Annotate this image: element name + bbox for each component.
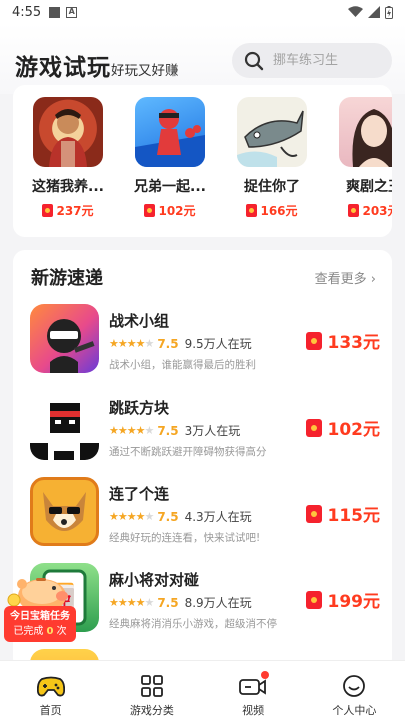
nav-label: 游戏分类 <box>129 704 174 717</box>
game-name: 战术小组 <box>109 312 170 330</box>
game-meta: ★★★★★ 7.5 3万人在玩 <box>109 422 240 439</box>
rating-stars-icon: ★★★★★ <box>109 424 154 437</box>
nav-category[interactable]: 游戏分类 <box>101 661 202 721</box>
header: 游戏试玩 好玩又好赚 <box>0 24 405 94</box>
game-reward: 133元 <box>305 328 380 353</box>
red-packet-icon <box>246 204 258 217</box>
featured-game-title: 兄弟一起... <box>134 179 206 195</box>
featured-games-card: 这猪我养... 237元 兄弟一起... 102元 捉住你了 166元 爽剧之王… <box>13 85 392 237</box>
red-packet-icon <box>305 418 322 437</box>
game-description: 战术小组，谁能赢得最后的胜利 <box>109 359 256 371</box>
section-title: 新游速递 <box>31 268 103 289</box>
game-thumbnail <box>33 97 103 167</box>
featured-game-reward: 102元 <box>125 202 215 219</box>
red-packet-icon <box>305 331 322 350</box>
game-reward: 115元 <box>305 501 380 526</box>
nav-label: 首页 <box>39 704 62 717</box>
game-description: 经典麻将消消乐小游戏，超级消不停 <box>109 618 277 630</box>
game-rating: 7.5 <box>157 423 179 438</box>
search-icon <box>244 51 264 70</box>
notification-dot <box>260 671 269 679</box>
status-bar: 4:55 A <box>0 0 405 24</box>
search-bar[interactable] <box>232 43 392 78</box>
featured-game[interactable]: 捉住你了 166元 <box>227 97 317 219</box>
nav-label: 视频 <box>242 704 265 717</box>
task-label: 今日宝箱任务 已完成 0 次 <box>4 606 76 642</box>
daily-chest-task[interactable]: 今日宝箱任务 已完成 0 次 <box>2 570 77 645</box>
game-players: 9.5万人在玩 <box>184 337 252 351</box>
bottom-nav: 首页 游戏分类 视频 个人中心 <box>0 660 405 721</box>
game-meta: ★★★★★ 7.5 8.9万人在玩 <box>109 594 252 611</box>
game-thumbnail <box>237 97 307 167</box>
game-list-item[interactable]: 🀄 麻小将对对碰 ★★★★★ 7.5 8.9万人在玩 经典麻将消消乐小游戏，超级… <box>30 563 380 635</box>
featured-game-title: 捉住你了 <box>244 179 300 195</box>
game-rating: 7.5 <box>157 509 179 524</box>
rating-stars-icon: ★★★★★ <box>109 596 154 609</box>
signal-icon <box>368 6 380 18</box>
chevron-right-icon: › <box>370 272 376 287</box>
grid-icon <box>140 675 163 697</box>
game-thumbnail <box>135 97 205 167</box>
game-icon <box>30 304 99 373</box>
status-time: 4:55 <box>12 4 42 20</box>
featured-game[interactable]: 这猪我养... 237元 <box>23 97 113 219</box>
red-packet-icon <box>348 204 360 217</box>
view-more-link[interactable]: 查看更多 › <box>315 268 376 287</box>
game-list-item[interactable]: 跳跃方块 ★★★★★ 7.5 3万人在玩 通过不断跳跃避开障碍物获得高分 102… <box>30 391 380 463</box>
game-reward: 102元 <box>305 415 380 440</box>
smile-icon <box>343 675 366 697</box>
featured-game-reward: 203元 <box>329 202 392 219</box>
game-rating: 7.5 <box>157 336 179 351</box>
featured-game[interactable]: 兄弟一起... 102元 <box>125 97 215 219</box>
red-packet-icon <box>42 204 54 217</box>
game-meta: ★★★★★ 7.5 4.3万人在玩 <box>109 508 252 525</box>
game-name: 跳跃方块 <box>109 399 170 417</box>
featured-game[interactable]: 爽剧之王 203元 <box>329 97 392 219</box>
game-players: 3万人在玩 <box>184 424 241 438</box>
game-rating: 7.5 <box>157 595 179 610</box>
game-description: 经典好玩的连连看，快来试试吧! <box>109 532 261 544</box>
game-name: 连了个连 <box>109 485 170 503</box>
rating-stars-icon: ★★★★★ <box>109 510 154 523</box>
game-reward: 199元 <box>305 587 380 612</box>
game-players: 4.3万人在玩 <box>184 510 252 524</box>
game-players: 8.9万人在玩 <box>184 596 252 610</box>
gamepad-icon <box>36 676 65 697</box>
red-packet-icon <box>305 590 322 609</box>
notification-a-icon: A <box>66 6 78 18</box>
nav-home[interactable]: 首页 <box>0 661 101 721</box>
game-list-item[interactable]: 战术小组 ★★★★★ 7.5 9.5万人在玩 战术小组，谁能赢得最后的胜利 13… <box>30 304 380 376</box>
wifi-icon <box>348 6 363 17</box>
red-packet-icon <box>144 204 156 217</box>
red-packet-icon <box>305 504 322 523</box>
game-icon <box>30 391 99 460</box>
game-name: 麻小将对对碰 <box>109 571 200 589</box>
notification-icon <box>49 6 61 18</box>
rating-stars-icon: ★★★★★ <box>109 337 154 350</box>
game-icon <box>30 477 99 546</box>
featured-game-reward: 237元 <box>23 202 113 219</box>
brand-title: 游戏试玩 <box>15 55 111 81</box>
nav-video[interactable]: 视频 <box>203 661 304 721</box>
search-input[interactable] <box>273 53 383 68</box>
nav-label: 个人中心 <box>332 704 377 717</box>
featured-game-title: 这猪我养... <box>32 179 104 195</box>
featured-game-reward: 166元 <box>227 202 317 219</box>
game-description: 通过不断跳跃避开障碍物获得高分 <box>109 446 267 458</box>
game-thumbnail <box>339 97 392 167</box>
game-meta: ★★★★★ 7.5 9.5万人在玩 <box>109 335 252 352</box>
battery-icon <box>385 5 393 19</box>
brand-tagline: 好玩又好赚 <box>111 63 179 79</box>
nav-profile[interactable]: 个人中心 <box>304 661 405 721</box>
featured-game-title: 爽剧之王 <box>346 179 392 195</box>
game-list-item[interactable]: 连了个连 ★★★★★ 7.5 4.3万人在玩 经典好玩的连连看，快来试试吧! 1… <box>30 477 380 549</box>
